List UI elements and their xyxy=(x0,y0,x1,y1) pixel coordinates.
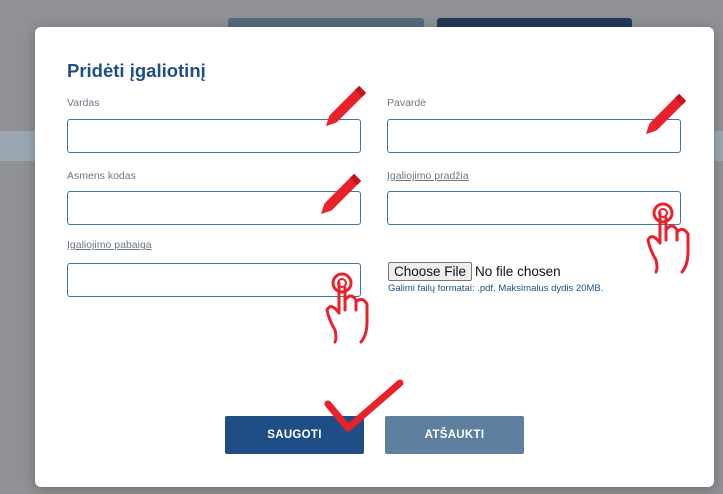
last-name-label: Pavardė xyxy=(387,97,427,109)
file-status: No file chosen xyxy=(475,264,561,279)
cancel-button[interactable]: ATŠAUKTI xyxy=(385,416,524,454)
first-name-field[interactable] xyxy=(67,119,361,153)
personal-code-label: Asmens kodas xyxy=(67,170,136,182)
proxy-end-label: Įgaliojimo pabaiga xyxy=(67,239,152,251)
file-format-hint: Galimi failų formatai: .pdf. Maksimalus … xyxy=(388,283,604,294)
save-button[interactable]: SAUGOTI xyxy=(225,416,364,454)
proxy-start-date-field[interactable] xyxy=(387,191,681,225)
choose-file-button[interactable]: Choose File xyxy=(388,262,473,281)
file-upload: Choose File No file chosen xyxy=(388,262,561,281)
first-name-label: Vardas xyxy=(67,97,100,109)
proxy-end-date-field[interactable] xyxy=(67,263,361,297)
modal-title: Pridėti įgaliotinį xyxy=(67,60,206,81)
last-name-field[interactable] xyxy=(387,119,681,153)
add-proxy-modal: Pridėti įgaliotinį Vardas Pavardė Asmens… xyxy=(35,27,714,487)
proxy-start-label: Įgaliojimo pradžia xyxy=(387,170,469,182)
personal-code-field[interactable] xyxy=(67,191,361,225)
